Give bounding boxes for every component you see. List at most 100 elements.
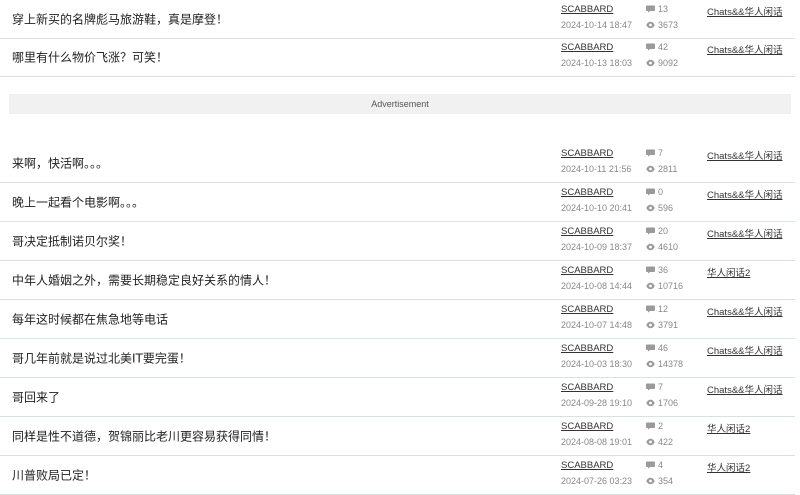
post-date: 2024-10-14 18:47 [561, 20, 633, 30]
view-count: 3791 [646, 320, 678, 330]
eye-icon [646, 282, 655, 290]
thread-title-link[interactable]: 中年人婚姻之外，需要长期稳定良好关系的情人！ [12, 272, 276, 289]
board-link[interactable]: Chats&&华人闲话 [707, 343, 783, 357]
post-date: 2024-10-10 20:41 [561, 203, 633, 213]
post-date: 2024-07-26 03:23 [561, 476, 633, 486]
reply-count-value: 7 [658, 382, 664, 392]
reply-count-value: 2 [658, 421, 664, 431]
eye-icon [646, 477, 655, 485]
view-count-value: 4610 [658, 242, 679, 252]
view-count: 14378 [646, 359, 683, 369]
reply-count: 20 [646, 226, 668, 236]
eye-icon [646, 59, 655, 67]
board-link[interactable]: 华人闲话2 [707, 421, 750, 435]
eye-icon [646, 399, 655, 407]
advertisement-label: Advertisement [371, 99, 429, 109]
thread-title-link[interactable]: 哥几年前就是说过北美IT要完蛋！ [12, 350, 191, 367]
thread-title-link[interactable]: 穿上新买的名牌彪马旅游鞋，真是摩登！ [12, 11, 228, 28]
view-count-value: 3673 [658, 20, 679, 30]
eye-icon [646, 21, 655, 29]
comment-icon [646, 305, 655, 313]
thread-title-link[interactable]: 川普败局已定！ [12, 467, 96, 484]
author-link[interactable]: SCABBARD [561, 4, 613, 15]
board-link[interactable]: Chats&&华人闲话 [707, 226, 783, 240]
reply-count-value: 13 [658, 4, 669, 14]
thread-title-link[interactable]: 来啊，快活啊。。。 [12, 155, 108, 172]
thread-row: 中年人婚姻之外，需要长期稳定良好关系的情人！ SCABBARD 2024-10-08… [0, 261, 795, 300]
author-link[interactable]: SCABBARD [561, 304, 613, 315]
author-link[interactable]: SCABBARD [561, 42, 613, 53]
thread-title-link[interactable]: 哥决定抵制诺贝尔奖！ [12, 233, 132, 250]
post-date: 2024-10-13 18:03 [561, 58, 633, 68]
author-link[interactable]: SCABBARD [561, 382, 613, 393]
view-count: 422 [646, 437, 673, 447]
view-count-value: 3791 [658, 320, 679, 330]
view-count: 3673 [646, 20, 678, 30]
board-link[interactable]: 华人闲话2 [707, 265, 750, 279]
view-count-value: 9092 [658, 58, 679, 68]
advertisement-banner: Advertisement [9, 94, 791, 114]
view-count-value: 2811 [658, 164, 678, 174]
board-link[interactable]: Chats&&华人闲话 [707, 187, 783, 201]
comment-icon [646, 344, 655, 352]
view-count: 596 [646, 203, 673, 213]
reply-count: 46 [646, 343, 668, 353]
view-count: 10716 [646, 281, 683, 291]
thread-title-link[interactable]: 每年这时候都在焦急地等电话 [12, 311, 168, 328]
author-link[interactable]: SCABBARD [561, 460, 613, 471]
reply-count-value: 42 [658, 42, 669, 52]
author-link[interactable]: SCABBARD [561, 187, 613, 198]
reply-count-value: 12 [658, 304, 669, 314]
thread-title-link[interactable]: 同样是性不道德，贺锦丽比老川更容易获得同情！ [12, 428, 276, 445]
post-date: 2024-10-07 14:48 [561, 320, 633, 330]
reply-count: 42 [646, 42, 668, 52]
view-count: 4610 [646, 242, 678, 252]
comment-icon [646, 461, 655, 469]
post-date: 2024-08-08 19:01 [561, 437, 633, 447]
reply-count: 13 [646, 4, 668, 14]
view-count-value: 10716 [658, 281, 684, 291]
thread-title-link[interactable]: 晚上一起看个电影啊。。。 [12, 194, 144, 211]
reply-count: 2 [646, 421, 663, 431]
post-date: 2024-10-11 21:56 [561, 164, 632, 174]
author-link[interactable]: SCABBARD [561, 226, 613, 237]
reply-count: 4 [646, 460, 663, 470]
reply-count-value: 36 [658, 265, 669, 275]
author-link[interactable]: SCABBARD [561, 265, 613, 276]
board-link[interactable]: Chats&&华人闲话 [707, 304, 783, 318]
view-count-value: 1706 [658, 398, 679, 408]
view-count-value: 14378 [658, 359, 684, 369]
view-count: 2811 [646, 164, 677, 174]
reply-count-value: 4 [658, 460, 664, 470]
reply-count: 36 [646, 265, 668, 275]
eye-icon [646, 360, 655, 368]
view-count: 1706 [646, 398, 678, 408]
author-link[interactable]: SCABBARD [561, 148, 613, 159]
post-date: 2024-10-08 14:44 [561, 281, 633, 291]
board-link[interactable]: 华人闲话2 [707, 460, 750, 474]
view-count-value: 596 [658, 203, 674, 213]
author-link[interactable]: SCABBARD [561, 343, 613, 354]
thread-title-link[interactable]: 哥回来了 [12, 389, 60, 406]
comment-icon [646, 5, 655, 13]
reply-count-value: 46 [658, 343, 669, 353]
reply-count-value: 20 [658, 226, 669, 236]
board-link[interactable]: Chats&&华人闲话 [707, 42, 783, 56]
thread-row: 同样是性不道德，贺锦丽比老川更容易获得同情！ SCABBARD 2024-08-08… [0, 417, 795, 456]
eye-icon [646, 243, 655, 251]
thread-row: 哪里有什么物价飞涨？可笑！ SCABBARD 2024-10-13 18:03 42 9… [0, 38, 795, 77]
comment-icon [646, 266, 655, 274]
comment-icon [646, 188, 655, 196]
comment-icon [646, 227, 655, 235]
board-link[interactable]: Chats&&华人闲话 [707, 382, 783, 396]
author-link[interactable]: SCABBARD [561, 421, 613, 432]
board-link[interactable]: Chats&&华人闲话 [707, 148, 783, 162]
board-link[interactable]: Chats&&华人闲话 [707, 4, 783, 18]
comment-icon [646, 43, 655, 51]
view-count-value: 422 [658, 437, 674, 447]
thread-title-link[interactable]: 哪里有什么物价飞涨？可笑！ [12, 49, 168, 66]
eye-icon [646, 438, 655, 446]
reply-count: 7 [646, 148, 663, 158]
reply-count-value: 7 [658, 148, 664, 158]
comment-icon [646, 383, 655, 391]
